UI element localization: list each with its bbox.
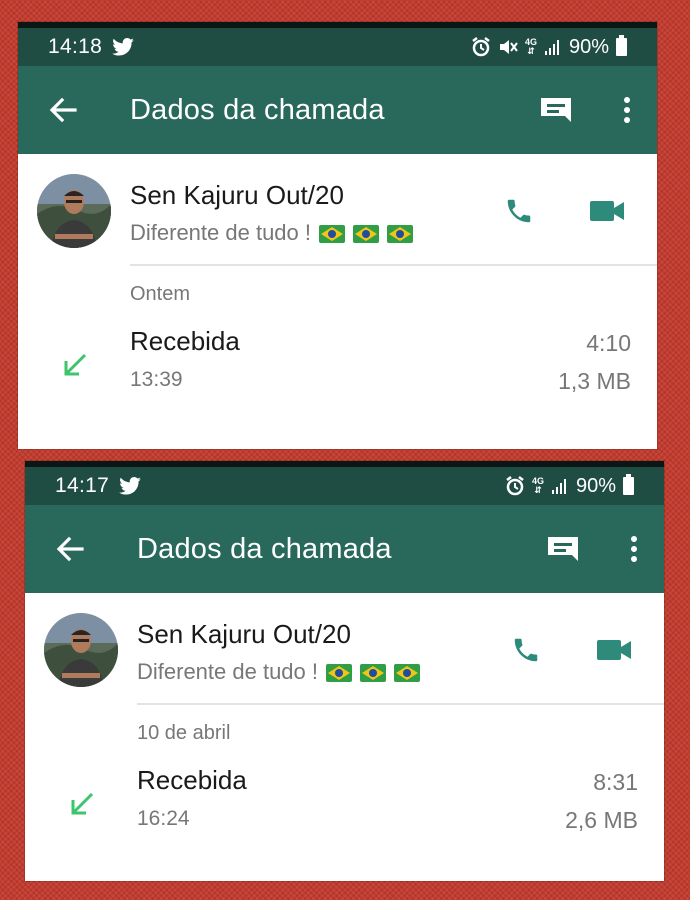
- more-vert-icon[interactable]: [624, 533, 644, 565]
- voice-call-icon[interactable]: [502, 194, 536, 228]
- call-data-size: 2,6 MB: [565, 807, 638, 833]
- alarm-icon: [472, 37, 490, 57]
- contact-status: Diferente de tudo !: [130, 220, 414, 246]
- call-time: 13:39: [130, 368, 183, 391]
- data-icon: 4G ⇵: [531, 476, 544, 495]
- contact-row[interactable]: Sen Kajuru Out/20 Diferente de tudo !: [25, 593, 664, 705]
- signal-icon: [551, 479, 566, 494]
- incoming-call-arrow-icon: [64, 353, 87, 376]
- incoming-call-arrow-icon: [71, 792, 94, 815]
- battery-percent: 90%: [575, 474, 616, 497]
- brazil-flag-icon: [326, 664, 353, 683]
- date-label: Ontem: [130, 283, 191, 305]
- call-duration: 4:10: [586, 330, 631, 356]
- app-bar: Dados da chamada: [25, 505, 664, 593]
- app-bar: Dados da chamada: [18, 66, 657, 154]
- message-icon[interactable]: [537, 94, 575, 126]
- battery-icon: [623, 474, 634, 495]
- avatar[interactable]: [44, 613, 118, 687]
- video-call-icon[interactable]: [596, 633, 632, 667]
- contact-name: Sen Kajuru Out/20: [130, 180, 344, 210]
- back-arrow-icon[interactable]: [55, 534, 85, 564]
- status-time: 14:17: [55, 474, 110, 497]
- battery-icon: [616, 35, 627, 56]
- contact-status-text: Diferente de tudo !: [137, 659, 325, 684]
- call-log-row: Recebida 16:24 8:31 2,6 MB: [25, 761, 664, 851]
- status-time: 14:18: [48, 35, 103, 58]
- data-icon: 4G ⇵: [524, 37, 537, 56]
- twitter-icon: [112, 38, 134, 56]
- message-icon[interactable]: [544, 533, 582, 565]
- call-info-screen-1: 14:18 4G ⇵ 90% Dados da chamada Sen Kajur…: [18, 22, 657, 449]
- voice-call-icon[interactable]: [509, 633, 543, 667]
- call-time: 16:24: [137, 807, 190, 830]
- call-duration: 8:31: [593, 769, 638, 795]
- contact-status: Diferente de tudo !: [137, 659, 421, 685]
- video-call-icon[interactable]: [589, 194, 625, 228]
- call-data-size: 1,3 MB: [558, 368, 631, 394]
- brazil-flag-icon: [353, 225, 380, 244]
- status-bar: 14:17 4G ⇵ 90%: [25, 461, 664, 505]
- brazil-flag-icon: [387, 225, 414, 244]
- twitter-icon: [119, 477, 141, 495]
- mute-icon: [499, 40, 518, 54]
- page-title: Dados da chamada: [137, 532, 392, 565]
- call-type: Recebida: [137, 765, 247, 795]
- divider: [130, 264, 657, 266]
- contact-name: Sen Kajuru Out/20: [137, 619, 351, 649]
- call-log-row: Recebida 13:39 4:10 1,3 MB: [18, 322, 657, 412]
- avatar[interactable]: [37, 174, 111, 248]
- call-type: Recebida: [130, 326, 240, 356]
- battery-percent: 90%: [568, 35, 609, 58]
- divider: [137, 703, 664, 705]
- contact-row[interactable]: Sen Kajuru Out/20 Diferente de tudo !: [18, 154, 657, 266]
- brazil-flag-icon: [319, 225, 346, 244]
- call-info-screen-2: 14:17 4G ⇵ 90% Dados da chamada Sen Kajur…: [25, 461, 664, 881]
- page-title: Dados da chamada: [130, 93, 385, 126]
- back-arrow-icon[interactable]: [48, 95, 78, 125]
- date-label: 10 de abril: [137, 722, 231, 744]
- contact-status-text: Diferente de tudo !: [130, 220, 318, 245]
- status-bar: 14:18 4G ⇵ 90%: [18, 22, 657, 66]
- brazil-flag-icon: [360, 664, 387, 683]
- brazil-flag-icon: [394, 664, 421, 683]
- signal-icon: [544, 40, 559, 55]
- alarm-icon: [506, 476, 524, 496]
- more-vert-icon[interactable]: [617, 94, 637, 126]
